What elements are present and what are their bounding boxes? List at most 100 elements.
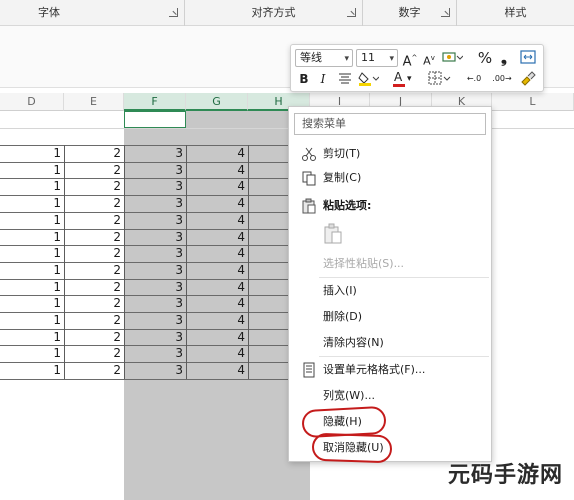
comma-style-button[interactable]: ❟ bbox=[497, 49, 511, 67]
accounting-format-button[interactable] bbox=[441, 49, 464, 67]
cell-value[interactable]: 1 bbox=[0, 262, 64, 279]
shrink-font-button[interactable]: Av bbox=[422, 49, 436, 68]
cell-value[interactable]: 3 bbox=[124, 262, 186, 279]
increase-decimal-button[interactable]: ←.0 bbox=[463, 70, 485, 88]
fill-color-button[interactable] bbox=[357, 70, 380, 88]
cell-value[interactable]: 4 bbox=[186, 262, 248, 279]
cell-value[interactable]: 4 bbox=[186, 145, 248, 162]
cell-value[interactable]: 1 bbox=[0, 245, 64, 262]
cell-value[interactable]: 1 bbox=[0, 229, 64, 246]
search-menu-input[interactable]: 搜索菜单 bbox=[294, 113, 486, 135]
cell-value[interactable]: 2 bbox=[64, 329, 124, 346]
active-cell[interactable] bbox=[124, 111, 186, 128]
cell-value[interactable]: 3 bbox=[124, 195, 186, 212]
column-header-d[interactable]: D bbox=[0, 93, 64, 111]
number-dialog-launcher-icon[interactable] bbox=[441, 8, 450, 17]
menu-item-cut[interactable]: 剪切(T) bbox=[289, 143, 491, 165]
column-header-g[interactable]: G bbox=[186, 93, 248, 111]
menu-item-hide[interactable]: 隐藏(H) bbox=[289, 411, 491, 433]
font-size-dropdown[interactable]: 11 ▾ bbox=[356, 49, 398, 67]
menu-item-insert[interactable]: 插入(I) bbox=[289, 280, 491, 302]
cell-value[interactable]: 2 bbox=[64, 295, 124, 312]
cell-value[interactable]: 1 bbox=[0, 312, 64, 329]
cell-value[interactable]: 1 bbox=[0, 329, 64, 346]
cell-value[interactable]: 3 bbox=[124, 362, 186, 379]
bold-button[interactable]: B bbox=[297, 70, 311, 88]
cell-value[interactable]: 3 bbox=[124, 295, 186, 312]
cell-value[interactable]: 4 bbox=[186, 329, 248, 346]
cell-value[interactable]: 4 bbox=[186, 279, 248, 296]
cell-value[interactable]: 4 bbox=[186, 295, 248, 312]
cell-value[interactable]: 2 bbox=[64, 229, 124, 246]
format-painter-button[interactable] bbox=[519, 70, 537, 88]
menu-item-label: 清除内容(N) bbox=[323, 336, 384, 349]
menu-item-paste-special[interactable]: 选择性粘贴(S)... bbox=[289, 253, 491, 275]
cell-value[interactable]: 3 bbox=[124, 279, 186, 296]
menu-item-clear-contents[interactable]: 清除内容(N) bbox=[289, 332, 491, 354]
cell-value[interactable]: 4 bbox=[186, 312, 248, 329]
cell-value[interactable]: 2 bbox=[64, 195, 124, 212]
menu-item-unhide[interactable]: 取消隐藏(U) bbox=[289, 437, 491, 459]
cell-value[interactable]: 3 bbox=[124, 162, 186, 179]
font-dialog-launcher-icon[interactable] bbox=[169, 8, 178, 17]
cell-value[interactable]: 4 bbox=[186, 245, 248, 262]
cell-value[interactable]: 3 bbox=[124, 229, 186, 246]
cell-value[interactable]: 2 bbox=[64, 262, 124, 279]
menu-item-delete[interactable]: 删除(D) bbox=[289, 306, 491, 328]
column-header-l[interactable]: L bbox=[492, 93, 574, 111]
cell-value[interactable]: 1 bbox=[0, 178, 64, 195]
cell-value[interactable]: 3 bbox=[124, 212, 186, 229]
cell-value[interactable]: 2 bbox=[64, 162, 124, 179]
cell-value[interactable]: 2 bbox=[64, 362, 124, 379]
cell-value[interactable]: 3 bbox=[124, 178, 186, 195]
cell-value[interactable]: 1 bbox=[0, 212, 64, 229]
column-header-label: D bbox=[27, 95, 36, 108]
borders-button[interactable] bbox=[427, 70, 451, 88]
column-header-e[interactable]: E bbox=[64, 93, 124, 111]
cell-value[interactable]: 1 bbox=[0, 162, 64, 179]
cell-value[interactable]: 2 bbox=[64, 279, 124, 296]
align-center-button[interactable] bbox=[337, 70, 353, 88]
cell-value[interactable]: 1 bbox=[0, 195, 64, 212]
decrease-decimal-button[interactable]: .00→ bbox=[489, 70, 515, 88]
cell-value[interactable]: 2 bbox=[64, 145, 124, 162]
cell-value[interactable]: 1 bbox=[0, 145, 64, 162]
menu-item-copy[interactable]: 复制(C) bbox=[289, 167, 491, 189]
percent-style-button[interactable]: % bbox=[477, 49, 493, 67]
cell-value[interactable]: 4 bbox=[186, 178, 248, 195]
merge-center-button[interactable] bbox=[519, 49, 537, 67]
italic-button[interactable]: I bbox=[317, 70, 329, 88]
paste-option-default[interactable] bbox=[289, 221, 491, 247]
cell-value[interactable]: 1 bbox=[0, 345, 64, 362]
menu-item-format-cells[interactable]: 设置单元格格式(F)... bbox=[289, 359, 491, 381]
cell-value[interactable]: 2 bbox=[64, 312, 124, 329]
ribbon-group-alignment: 对齐方式 bbox=[185, 0, 363, 26]
alignment-dialog-launcher-icon[interactable] bbox=[347, 8, 356, 17]
cell-value[interactable]: 1 bbox=[0, 295, 64, 312]
cell-value[interactable]: 3 bbox=[124, 245, 186, 262]
font-name-value: 等线 bbox=[300, 51, 322, 64]
cell-value[interactable]: 1 bbox=[0, 279, 64, 296]
cell-value[interactable]: 2 bbox=[64, 212, 124, 229]
menu-item-paste-options: 粘贴选项: bbox=[289, 195, 491, 217]
grow-font-icon: A bbox=[402, 54, 412, 70]
cell-value[interactable]: 2 bbox=[64, 178, 124, 195]
cell-value[interactable]: 3 bbox=[124, 145, 186, 162]
cell-value[interactable]: 3 bbox=[124, 329, 186, 346]
grow-font-button[interactable]: A^ bbox=[402, 49, 418, 70]
font-color-button[interactable]: A ▾ bbox=[393, 70, 415, 88]
cell-value[interactable]: 1 bbox=[0, 362, 64, 379]
column-header-f[interactable]: F bbox=[124, 93, 186, 111]
cell-value[interactable]: 4 bbox=[186, 162, 248, 179]
cell-value[interactable]: 2 bbox=[64, 345, 124, 362]
cell-value[interactable]: 3 bbox=[124, 312, 186, 329]
cell-value[interactable]: 4 bbox=[186, 212, 248, 229]
cell-value[interactable]: 4 bbox=[186, 345, 248, 362]
menu-item-column-width[interactable]: 列宽(W)... bbox=[289, 385, 491, 407]
font-name-dropdown[interactable]: 等线 ▾ bbox=[295, 49, 353, 67]
cell-value[interactable]: 4 bbox=[186, 362, 248, 379]
cell-value[interactable]: 2 bbox=[64, 245, 124, 262]
cell-value[interactable]: 4 bbox=[186, 195, 248, 212]
cell-value[interactable]: 4 bbox=[186, 229, 248, 246]
cell-value[interactable]: 3 bbox=[124, 345, 186, 362]
